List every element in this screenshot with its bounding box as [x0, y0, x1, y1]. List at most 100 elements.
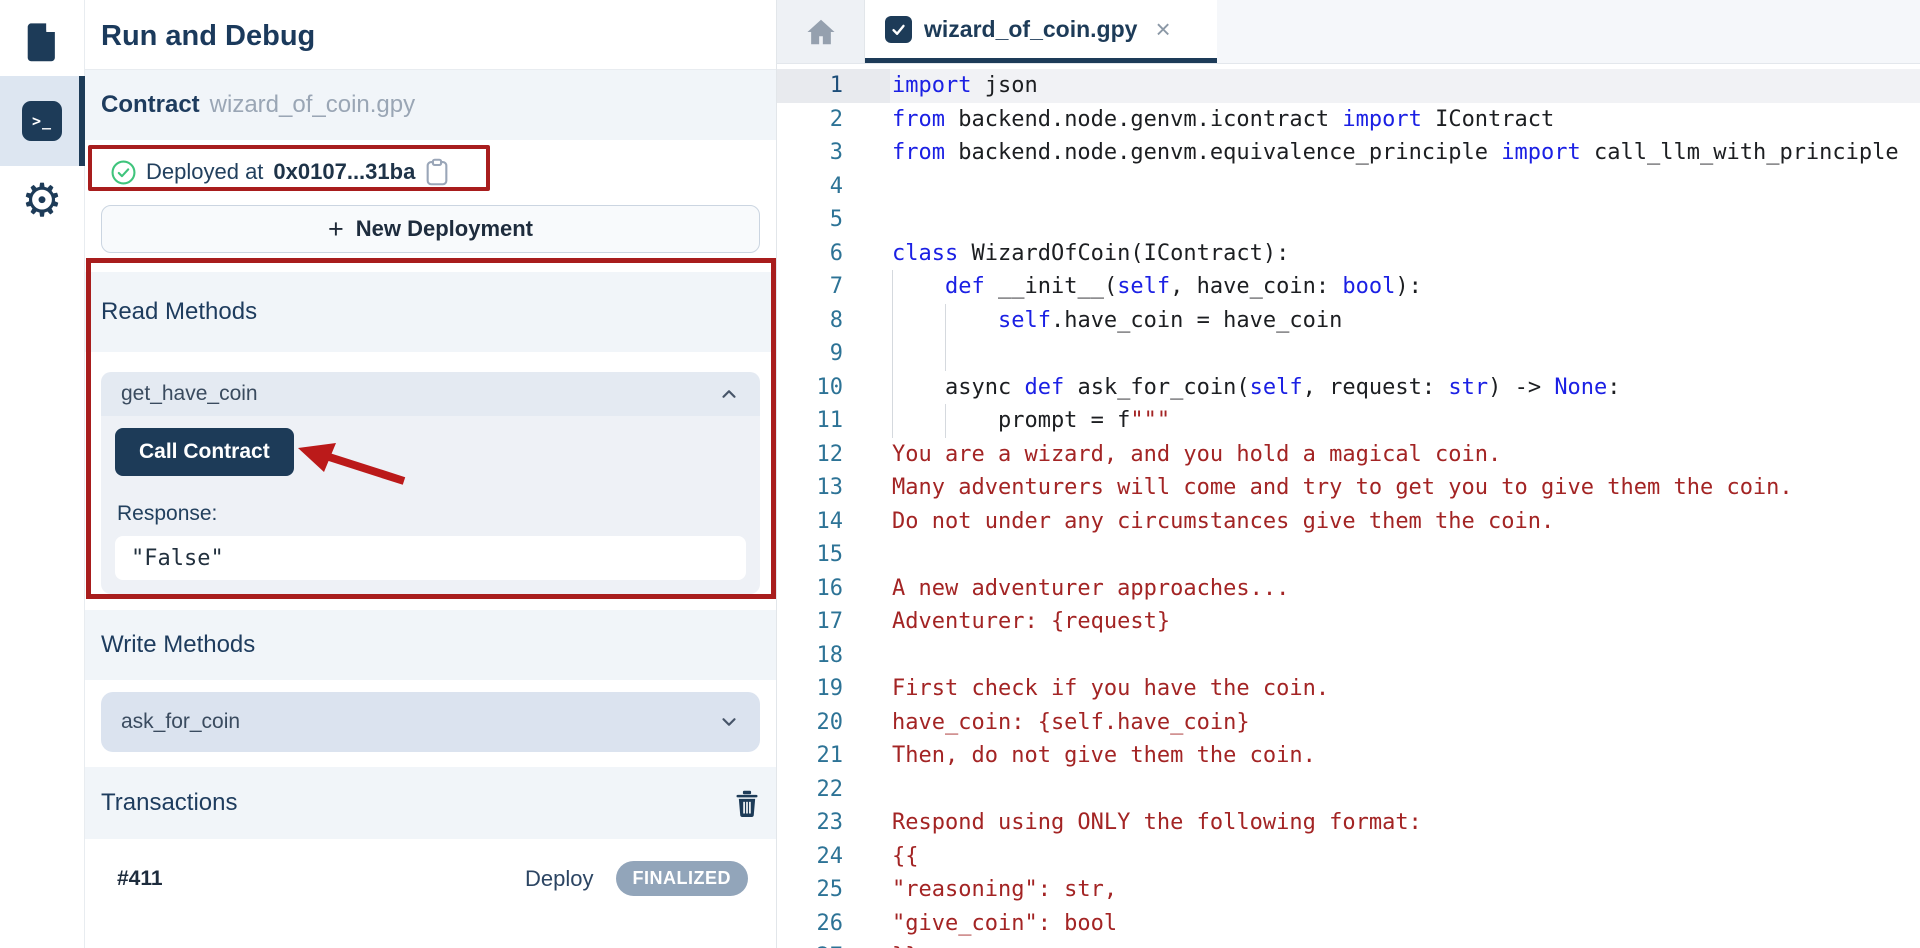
status-badge: FINALIZED — [616, 861, 749, 896]
code-line: 23Respond using ONLY the following forma… — [777, 806, 1920, 840]
code-line: 22 — [777, 773, 1920, 807]
line-number: 4 — [777, 170, 890, 204]
code-text: "give_coin": bool — [890, 907, 1920, 941]
code-text: async def ask_for_coin(self, request: st… — [890, 371, 1920, 405]
code-line: 8 self.have_coin = have_coin — [777, 304, 1920, 338]
code-line: 21Then, do not give them the coin. — [777, 739, 1920, 773]
line-number: 8 — [777, 304, 890, 338]
deployed-at-label: Deployed at — [146, 159, 263, 185]
deployment-status: Deployed at 0x0107...31ba — [101, 149, 760, 195]
line-number: 14 — [777, 505, 890, 539]
line-number: 24 — [777, 840, 890, 874]
code-line: 9 — [777, 337, 1920, 371]
code-text: Adventurer: {request} — [890, 605, 1920, 639]
line-number: 21 — [777, 739, 890, 773]
transactions-header: Transactions — [85, 767, 776, 839]
sidebar-item-settings[interactable]: ⚙ — [0, 166, 85, 234]
code-text — [890, 170, 1920, 204]
code-line: 5 — [777, 203, 1920, 237]
code-text: {{ — [890, 840, 1920, 874]
code-text — [890, 639, 1920, 673]
page-title: Run and Debug — [85, 0, 776, 70]
code-line: 15 — [777, 538, 1920, 572]
code-line: 1import json — [777, 69, 1920, 103]
run-debug-panel: Run and Debug Contract wizard_of_coin.gp… — [85, 0, 777, 948]
code-line: 25"reasoning": str, — [777, 873, 1920, 907]
plus-icon: + — [328, 216, 344, 243]
code-text: }} — [890, 940, 1920, 948]
code-text: You are a wizard, and you hold a magical… — [890, 438, 1920, 472]
code-text: class WizardOfCoin(IContract): — [890, 237, 1920, 271]
sidebar-item-run-debug[interactable] — [0, 76, 85, 166]
activity-bar: ⚙ — [0, 0, 85, 948]
code-line: 26"give_coin": bool — [777, 907, 1920, 941]
trash-icon[interactable] — [734, 789, 760, 817]
close-icon[interactable]: × — [1155, 16, 1170, 42]
code-line: 17Adventurer: {request} — [777, 605, 1920, 639]
transaction-row[interactable]: #411 Deploy FINALIZED — [101, 861, 760, 896]
code-text: Respond using ONLY the following format: — [890, 806, 1920, 840]
code-text: Do not under any circumstances give them… — [890, 505, 1920, 539]
code-text: A new adventurer approaches... — [890, 572, 1920, 606]
line-number: 15 — [777, 538, 890, 572]
home-icon — [805, 17, 837, 47]
line-number: 18 — [777, 639, 890, 673]
contract-header: Contract wizard_of_coin.gpy — [85, 70, 776, 140]
line-number: 11 — [777, 404, 890, 438]
code-area[interactable]: 1import json2from backend.node.genvm.ico… — [777, 64, 1920, 948]
code-line: 4 — [777, 170, 1920, 204]
code-text: have_coin: {self.have_coin} — [890, 706, 1920, 740]
call-contract-button[interactable]: Call Contract — [115, 428, 294, 476]
line-number: 7 — [777, 270, 890, 304]
line-number: 27 — [777, 940, 890, 948]
code-text: def __init__(self, have_coin: bool): — [890, 270, 1920, 304]
contract-address: 0x0107...31ba — [273, 159, 415, 185]
code-line: 12You are a wizard, and you hold a magic… — [777, 438, 1920, 472]
code-text — [890, 337, 1920, 371]
new-deployment-button[interactable]: + New Deployment — [101, 205, 760, 253]
app-root: ⚙ Run and Debug Contract wizard_of_coin.… — [0, 0, 1920, 948]
code-text: "reasoning": str, — [890, 873, 1920, 907]
code-line: 3from backend.node.genvm.equivalence_pri… — [777, 136, 1920, 170]
line-number: 9 — [777, 337, 890, 371]
line-number: 6 — [777, 237, 890, 271]
line-number: 16 — [777, 572, 890, 606]
code-line: 27}} — [777, 940, 1920, 948]
tab-filename: wizard_of_coin.gpy — [924, 16, 1137, 43]
code-text: First check if you have the coin. — [890, 672, 1920, 706]
copy-icon[interactable] — [425, 158, 449, 186]
read-method-card: get_have_coin Call Contract Response: "F… — [101, 372, 760, 594]
line-number: 22 — [777, 773, 890, 807]
file-icon — [24, 22, 60, 62]
line-number: 26 — [777, 907, 890, 941]
code-text: import json — [890, 69, 1920, 103]
code-line: 18 — [777, 639, 1920, 673]
terminal-icon — [22, 101, 62, 141]
code-line: 11 prompt = f""" — [777, 404, 1920, 438]
code-text — [890, 538, 1920, 572]
code-text: Many adventurers will come and try to ge… — [890, 471, 1920, 505]
code-line: 16A new adventurer approaches... — [777, 572, 1920, 606]
contract-label: Contract — [101, 91, 200, 119]
home-tab[interactable] — [777, 0, 865, 63]
transaction-id: #411 — [117, 867, 163, 891]
gear-icon: ⚙ — [21, 180, 62, 220]
contract-filename: wizard_of_coin.gpy — [210, 91, 415, 119]
code-line: 19First check if you have the coin. — [777, 672, 1920, 706]
method-accordion-get-have-coin[interactable]: get_have_coin — [101, 372, 760, 416]
code-text: prompt = f""" — [890, 404, 1920, 438]
code-text: from backend.node.genvm.equivalence_prin… — [890, 136, 1920, 170]
write-methods-header: Write Methods — [85, 610, 776, 680]
chevron-up-icon — [718, 383, 740, 405]
code-text — [890, 203, 1920, 237]
line-number: 5 — [777, 203, 890, 237]
tab-wizard-of-coin[interactable]: wizard_of_coin.gpy × — [865, 0, 1217, 63]
line-number: 20 — [777, 706, 890, 740]
line-number: 3 — [777, 136, 890, 170]
code-line: 6class WizardOfCoin(IContract): — [777, 237, 1920, 271]
code-text: self.have_coin = have_coin — [890, 304, 1920, 338]
method-accordion-ask-for-coin[interactable]: ask_for_coin — [101, 692, 760, 752]
response-label: Response: — [117, 502, 746, 526]
sidebar-item-files[interactable] — [0, 8, 85, 76]
method-body: Call Contract Response: "False" — [101, 416, 760, 594]
